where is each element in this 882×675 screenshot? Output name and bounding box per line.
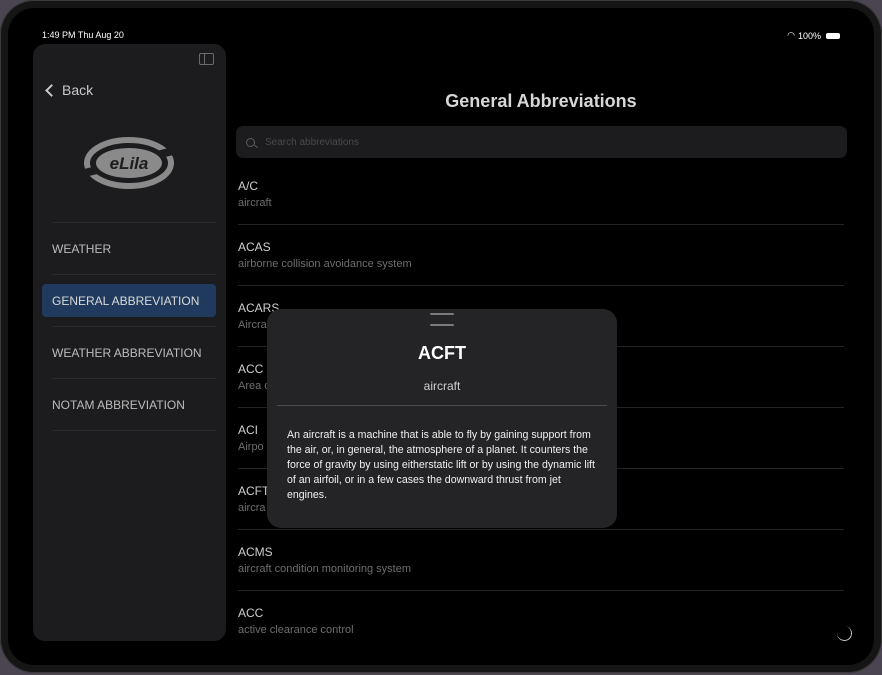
battery-icon [826, 32, 840, 39]
search-icon [246, 137, 255, 147]
status-right: ◠ 100% [787, 30, 840, 41]
sidebar-toggle-icon[interactable] [199, 53, 214, 65]
sidebar-item-weather[interactable]: WEATHER [42, 223, 216, 274]
elila-logo: eLila [83, 137, 175, 189]
active-highlight: GENERAL ABBREVIATION [42, 284, 216, 317]
item-desc: aircraft condition monitoring system [238, 563, 412, 575]
divider [277, 405, 607, 406]
back-label: Back [62, 82, 94, 98]
popup-body: An aircraft is a machine that is able to… [287, 429, 595, 501]
wifi-icon: ◠ [787, 30, 795, 40]
back-button[interactable]: Back [45, 82, 93, 98]
list-item[interactable]: A/C aircraft [238, 164, 844, 225]
popup-subtitle: aircraft [423, 379, 461, 393]
popup-title: ACFT [418, 343, 466, 363]
sidebar-item-general-abbreviation[interactable]: GENERAL ABBREVIATION [42, 275, 216, 326]
device-bezel: 1:49 PM Thu Aug 20 ◠ 100% Back eLila WEA… [0, 0, 882, 673]
drag-handle[interactable] [430, 313, 454, 335]
list-item[interactable]: ACAS airborne collision avoidance system [238, 225, 844, 286]
screen: 1:49 PM Thu Aug 20 ◠ 100% Back eLila WEA… [8, 8, 874, 665]
sidebar-item-label: NOTAM ABBREVIATION [52, 397, 185, 412]
item-code: A/C [238, 179, 259, 193]
status-time: 1:49 PM Thu Aug 20 [42, 30, 124, 40]
item-desc: airborne collision avoidance system [238, 258, 412, 270]
list-item[interactable]: ACMS aircraft condition monitoring syste… [238, 530, 844, 591]
list-item[interactable]: ACC active clearance control [238, 591, 844, 652]
sidebar-item-notam-abbreviation[interactable]: NOTAM ABBREVIATION [42, 379, 216, 430]
abbreviation-detail-popup: ACFT aircraft An aircraft is a machine t… [267, 309, 617, 528]
item-code: ACMS [238, 545, 273, 559]
logo-text: eLila [110, 154, 149, 173]
sidebar: Back eLila WEATHER GENERAL ABBREVIATION [33, 44, 226, 641]
item-desc: aircraft [238, 197, 272, 209]
sidebar-menu: WEATHER GENERAL ABBREVIATION WEATHER ABB… [42, 222, 216, 431]
chevron-left-icon [45, 83, 58, 97]
item-desc: active clearance control [238, 624, 354, 636]
page-title: General Abbreviations [445, 91, 637, 111]
item-code: ACC [238, 606, 264, 620]
sidebar-item-label: WEATHER ABBREVIATION [52, 345, 202, 360]
divider [52, 430, 216, 431]
item-code: ACAS [238, 240, 271, 254]
sidebar-item-label: GENERAL ABBREVIATION [52, 293, 200, 308]
sidebar-item-label: WEATHER [52, 241, 112, 256]
search-input[interactable] [263, 135, 827, 149]
sidebar-item-weather-abbreviation[interactable]: WEATHER ABBREVIATION [42, 327, 216, 378]
search-bar[interactable] [236, 126, 847, 158]
battery-percent: 100% [797, 30, 821, 41]
